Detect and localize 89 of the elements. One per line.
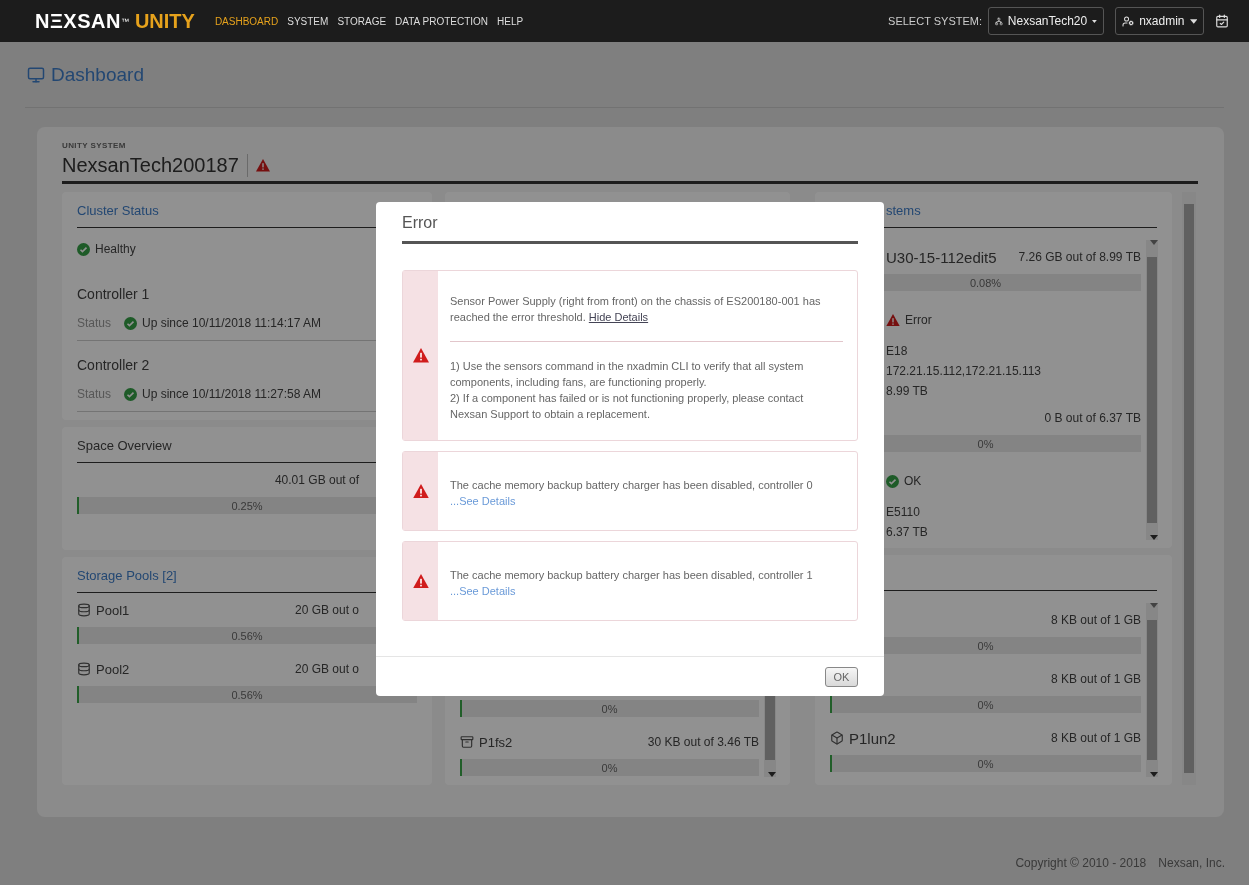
usage-text: 0 B out of 6.37 TB (1044, 411, 1141, 425)
percent-text: 0.25% (231, 499, 263, 512)
company-text: Nexsan, Inc. (1158, 855, 1225, 870)
product-name: UNITY (134, 9, 195, 33)
item-name: P1lun2 (849, 729, 896, 747)
ok-button[interactable]: OK (825, 666, 858, 687)
drawer-icon (460, 735, 474, 749)
check-circle-icon (886, 474, 899, 488)
alert-detail: 2) If a component has failed or is not functioning properly, please contact Nexsan Support to obtain a replacement. (450, 391, 805, 422)
alert-detail: 1) Use the sensors command in the nxadmin CLI to verify that all system components, including fans, are functioning properly. (450, 359, 805, 390)
status-text: Error (905, 313, 932, 327)
usage-text: 7.26 GB out of 8.99 TB (1018, 250, 1141, 264)
item-name: Pool2 (96, 661, 130, 677)
percent-text: 0% (601, 702, 618, 715)
trademark: ™ (120, 16, 129, 26)
caret-icon (1150, 535, 1158, 540)
database-icon (77, 662, 91, 676)
status-text: OK (904, 474, 922, 488)
detail-text: 8.99 TB (885, 383, 929, 400)
alert-message: The cache memory backup battery charger has been disabled, controller 1 ...See Details (450, 568, 814, 599)
check-circle-icon (124, 316, 137, 330)
scrollbar[interactable] (1146, 240, 1158, 540)
usage-text: 8 KB out of 1 GB (1050, 672, 1141, 686)
status-label: Status (77, 316, 113, 330)
nav-item[interactable]: STORAGE (337, 15, 387, 27)
item-name: U30-15-112edit5 (886, 248, 997, 266)
usage-text: 40.01 GB out of (274, 473, 359, 487)
caret-icon (1150, 603, 1158, 608)
alert-message: The cache memory backup battery charger has been disabled, controller 0 ...See Details (450, 478, 814, 509)
panel-title: Space Overview (77, 438, 172, 453)
detail-text: E18 (885, 343, 909, 360)
warning-icon (255, 159, 270, 172)
caret-icon (768, 772, 776, 777)
percent-text: 0.56% (231, 688, 263, 701)
item-name: P1fs2 (479, 734, 513, 750)
percent-text: 0% (977, 698, 994, 711)
status-text: Up since 10/11/2018 11:14:17 AM (142, 316, 321, 330)
usage-text: 30 KB out of 3.46 TB (647, 735, 759, 749)
item-name: Pool1 (96, 602, 130, 618)
user-icon (1122, 14, 1135, 28)
detail-text: 172.21.15.112,172.21.15.113 (885, 363, 1043, 380)
system-select[interactable]: NexsanTech20 (988, 7, 1104, 35)
caret-icon (1150, 772, 1158, 777)
percent-text: 0.08% (969, 276, 1002, 289)
caret-icon (1189, 18, 1197, 24)
scrollbar[interactable] (1146, 603, 1158, 777)
controller-name: Controller 2 (77, 356, 151, 375)
warning-icon (412, 573, 429, 589)
warning-icon (412, 348, 429, 363)
usage-text: 20 GB out o (294, 603, 359, 617)
database-icon (77, 603, 91, 617)
section-label: UNITY SYSTEM (62, 141, 127, 150)
copyright-text: Copyright © 2010 - 2018 (1015, 855, 1147, 870)
status-label: Status (77, 387, 113, 401)
nav-item[interactable]: DASHBOARD (214, 15, 279, 27)
details-link[interactable]: Hide Details (588, 311, 649, 323)
select-system-label: SELECT SYSTEM: (888, 15, 982, 27)
percent-text: 0% (977, 437, 994, 450)
warning-icon (412, 483, 429, 499)
warning-icon (886, 313, 900, 327)
caret-icon (1092, 18, 1097, 24)
percent-text: 0.56% (231, 629, 263, 642)
user-menu[interactable]: nxadmin (1115, 7, 1204, 35)
percent-text: 0% (977, 639, 994, 652)
dashboard-icon (27, 65, 45, 84)
percent-text: 0% (601, 761, 618, 774)
check-circle-icon (124, 387, 137, 401)
calendar-icon[interactable] (1215, 14, 1229, 28)
status-text: Healthy (95, 242, 136, 256)
cube-icon (830, 731, 844, 745)
page-title: Dashboard (51, 63, 144, 86)
dialog-title: Error (402, 202, 858, 244)
status-text: Up since 10/11/2018 11:27:58 AM (142, 387, 321, 401)
detail-text: E5110 (885, 504, 921, 521)
percent-text: 0% (977, 757, 994, 770)
controller-name: Controller 1 (77, 285, 151, 304)
caret-icon (1150, 240, 1158, 245)
alert-message: Sensor Power Supply (right from front) on the chassis of ES200180-001 has reached the error threshold. Hide Details (450, 294, 822, 325)
usage-text: 20 GB out o (294, 662, 359, 676)
detail-text: 6.37 TB (885, 524, 929, 541)
usage-text: 8 KB out of 1 GB (1050, 613, 1141, 627)
brand-logo: NΞXSAN (35, 9, 121, 33)
nav-item[interactable]: HELP (497, 15, 524, 27)
system-name: NexsanTech200187 (62, 154, 248, 177)
nav-item[interactable]: DATA PROTECTION (395, 15, 489, 27)
scrollbar[interactable] (1182, 192, 1196, 785)
nav-item[interactable]: SYSTEM (287, 15, 329, 27)
usage-text: 8 KB out of 1 GB (1050, 731, 1141, 745)
check-circle-icon (77, 242, 90, 256)
